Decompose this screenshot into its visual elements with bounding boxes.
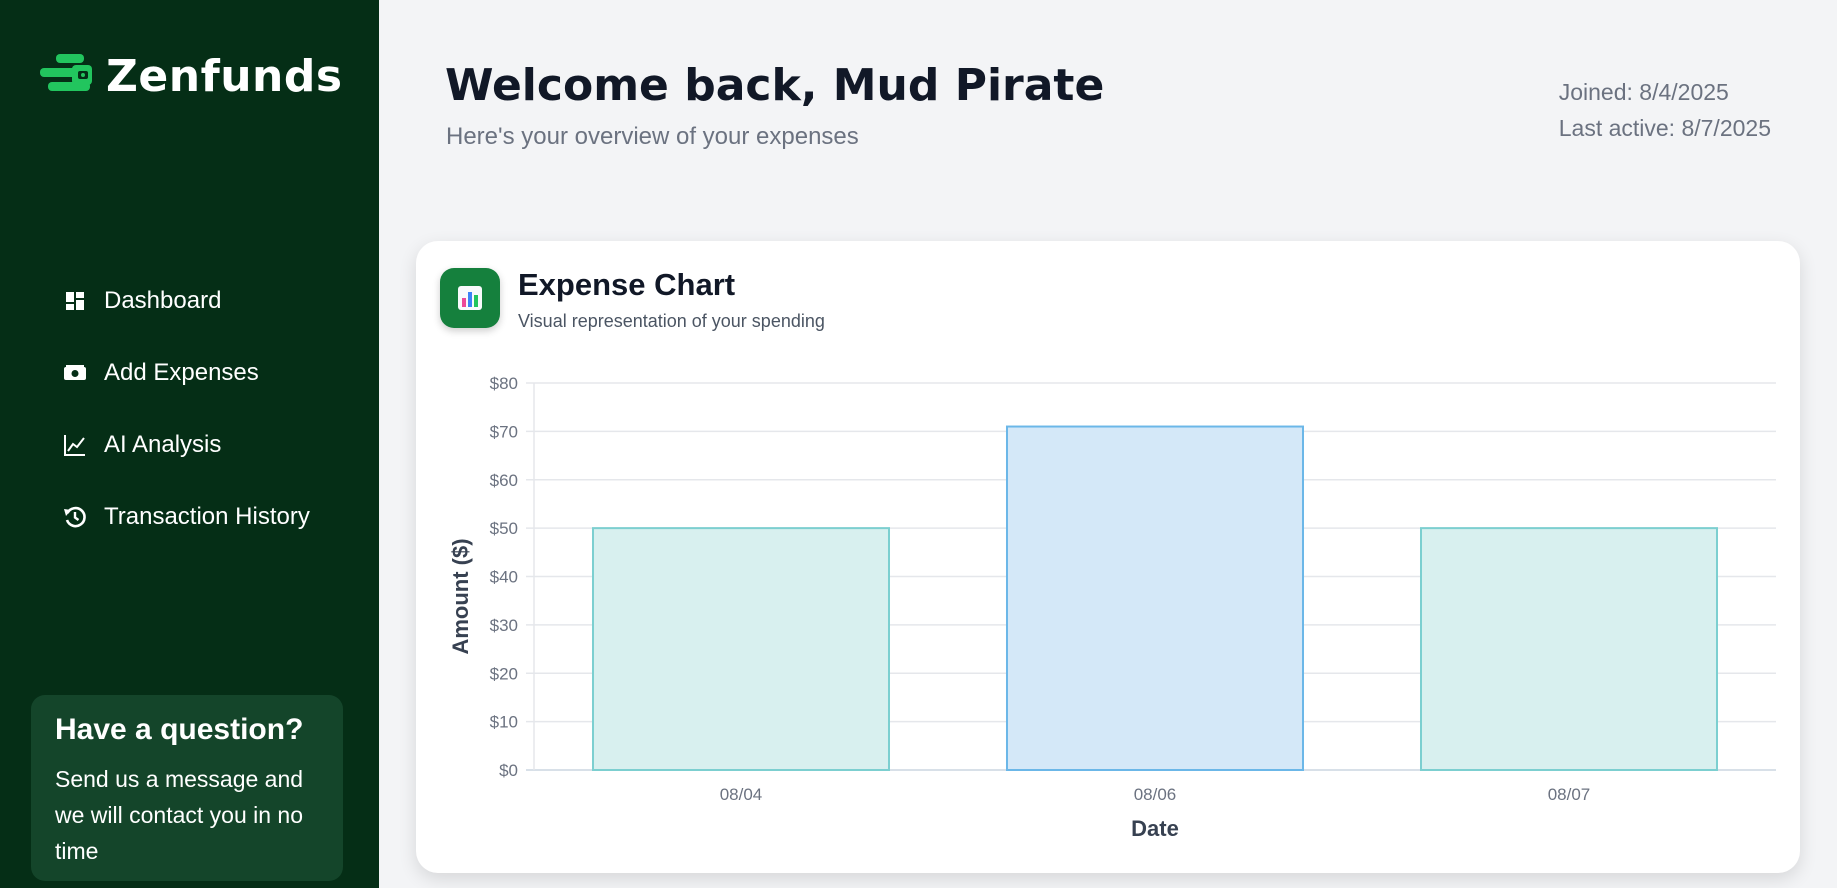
brand-name: Zenfunds xyxy=(106,50,343,102)
y-tick-label: $40 xyxy=(490,568,518,587)
chart-bar xyxy=(591,527,891,771)
sidebar-item-label: Add Expenses xyxy=(104,359,259,386)
y-tick-label: $50 xyxy=(490,519,518,538)
brand[interactable]: Zenfunds xyxy=(36,50,343,102)
y-tick-label: $10 xyxy=(490,713,518,732)
sidebar-item-transaction-history[interactable]: Transaction History xyxy=(62,481,310,553)
chart-bar xyxy=(1005,425,1305,771)
y-tick-label: $30 xyxy=(490,616,518,635)
page-title: Welcome back, Mud Pirate xyxy=(445,60,1105,111)
sidebar-item-label: AI Analysis xyxy=(104,431,222,458)
money-icon xyxy=(62,360,88,386)
wallet-logo-icon xyxy=(40,54,92,91)
user-meta: Joined: 8/4/2025 Last active: 8/7/2025 xyxy=(1559,74,1771,146)
expense-chart-card: Expense Chart Visual representation of y… xyxy=(416,241,1800,873)
help-text: Send us a message and we will contact yo… xyxy=(55,766,304,864)
sidebar: Zenfunds Dashboard Add Expenses AI Analy… xyxy=(0,0,379,888)
sidebar-nav: Dashboard Add Expenses AI Analysis Trans… xyxy=(62,265,310,553)
line-chart-icon xyxy=(62,432,88,458)
chart-bar xyxy=(1419,527,1719,771)
x-tick-label: 08/07 xyxy=(1548,785,1591,804)
dashboard-icon xyxy=(62,288,88,314)
x-axis-title: Date xyxy=(1131,816,1179,841)
last-active-date: Last active: 8/7/2025 xyxy=(1558,115,1771,141)
history-icon xyxy=(62,504,88,530)
y-axis-title: Amount ($) xyxy=(448,538,473,654)
sidebar-item-label: Dashboard xyxy=(104,287,222,314)
sidebar-item-ai-analysis[interactable]: AI Analysis xyxy=(62,409,310,481)
sidebar-item-add-expenses[interactable]: Add Expenses xyxy=(62,337,310,409)
y-tick-label: $20 xyxy=(490,664,518,683)
sidebar-item-label: Transaction History xyxy=(104,503,310,530)
joined-date: Joined: 8/4/2025 xyxy=(1558,79,1729,105)
x-tick-label: 08/04 xyxy=(720,785,763,804)
x-tick-label: 08/06 xyxy=(1134,785,1177,804)
y-tick-label: $80 xyxy=(490,374,518,393)
help-card[interactable]: Have a question? Send us a message and w… xyxy=(31,695,343,881)
y-tick-label: $0 xyxy=(499,761,518,780)
expense-bar-chart: $0 $10 $20 $30 $40 $50 $60 $70 $80 08/04 08/06 08/0… xyxy=(448,374,1776,841)
y-tick-label: $60 xyxy=(490,471,518,490)
sidebar-item-dashboard[interactable]: Dashboard xyxy=(62,265,310,337)
page-subtitle: Here's your overview of your expenses xyxy=(446,123,859,150)
help-title: Have a question? xyxy=(55,713,304,746)
y-tick-label: $70 xyxy=(490,422,518,441)
